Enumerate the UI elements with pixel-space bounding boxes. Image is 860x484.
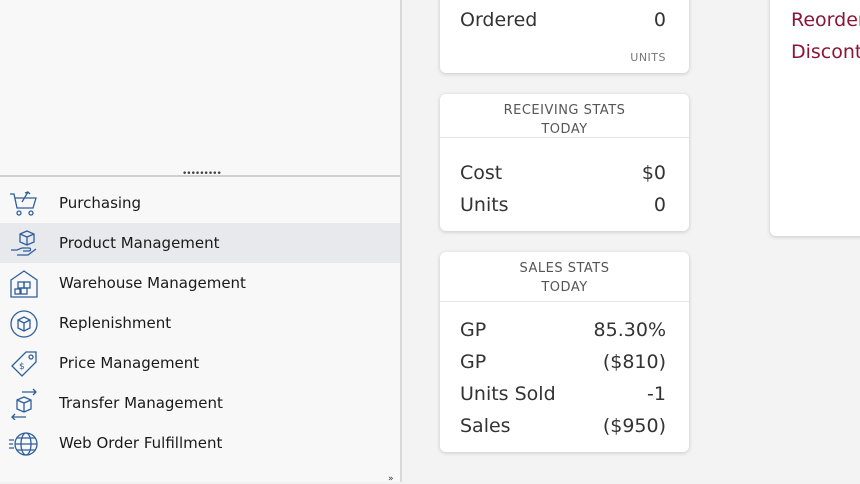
units-note: UNITS xyxy=(630,51,666,64)
cart-icon xyxy=(10,190,37,216)
globe-icon xyxy=(9,432,38,456)
stat-label: Cost xyxy=(460,162,503,184)
stat-label: Units Sold xyxy=(460,383,556,405)
stat-label: Sales xyxy=(460,415,511,437)
nav-label-warehouse-management: Warehouse Management xyxy=(59,274,246,292)
reorder-link[interactable]: Reorder xyxy=(791,9,860,31)
nav-label-product-management: Product Management xyxy=(59,234,220,252)
nav-item-transfer-management[interactable]: Transfer Management xyxy=(0,383,400,423)
splitter-grip-handle[interactable]: ••••••••• xyxy=(182,170,222,179)
nav-item-web-order-fulfillment[interactable]: Web Order Fulfillment xyxy=(0,423,400,463)
card-title: SALES STATS xyxy=(519,261,610,276)
stat-row-sales: Sales ($950) xyxy=(460,410,666,442)
stat-row-units-sold: Units Sold -1 xyxy=(460,378,666,410)
box-hand-icon xyxy=(11,230,37,256)
receiving-stats-card: RECEIVING STATS TODAY Cost $0 Units 0 xyxy=(440,94,689,231)
card-title: RECEIVING STATS xyxy=(503,103,626,118)
stat-value: 85.30% xyxy=(593,319,666,341)
replenish-cycle-icon xyxy=(10,310,38,338)
stat-row-gp-amount: GP ($810) xyxy=(460,346,666,378)
stat-value: ($950) xyxy=(602,415,666,437)
sidebar-empty-area xyxy=(0,0,400,175)
stat-row-cost: Cost $0 xyxy=(460,157,666,189)
stat-row-units: Units 0 xyxy=(460,189,666,221)
discont-link[interactable]: Discont xyxy=(791,41,860,63)
stat-label: Ordered xyxy=(460,9,538,31)
card-subtitle: TODAY xyxy=(541,122,588,137)
module-nav: Purchasing Product Management Warehouse … xyxy=(0,183,400,463)
sales-stats-card: SALES STATS TODAY GP 85.30% GP ($810) Un… xyxy=(440,252,689,452)
nav-item-replenishment[interactable]: Replenishment xyxy=(0,303,400,343)
card-subtitle: TODAY xyxy=(541,280,588,295)
stat-value: 0 xyxy=(653,9,666,31)
nav-item-purchasing[interactable]: Purchasing xyxy=(0,183,400,223)
links-card xyxy=(770,0,860,236)
transfer-arrows-icon xyxy=(11,388,37,420)
warehouse-icon xyxy=(10,270,38,298)
sidebar: ••••••••• Purchasing Product Management xyxy=(0,0,402,484)
card-header: SALES STATS TODAY xyxy=(440,252,689,302)
nav-label-purchasing: Purchasing xyxy=(59,194,142,212)
nav-item-price-management[interactable]: $ Price Management xyxy=(0,343,400,383)
card-header: RECEIVING STATS TODAY xyxy=(440,94,689,138)
stat-label: Units xyxy=(460,194,509,216)
price-tag-icon: $ xyxy=(11,351,37,377)
stat-label: GP xyxy=(460,351,487,373)
nav-label-replenishment: Replenishment xyxy=(59,314,172,332)
nav-label-web-order-fulfillment: Web Order Fulfillment xyxy=(59,434,223,452)
dashboard-main: Ordered 0 UNITS RECEIVING STATS TODAY Co… xyxy=(402,0,860,482)
stat-value: $0 xyxy=(641,162,666,184)
stat-row-ordered: Ordered 0 xyxy=(460,4,666,36)
nav-label-transfer-management: Transfer Management xyxy=(59,394,223,412)
stat-value: ($810) xyxy=(602,351,666,373)
stat-label: GP xyxy=(460,319,487,341)
collapse-chevron-icon[interactable]: » xyxy=(388,474,394,484)
nav-item-product-management[interactable]: Product Management xyxy=(0,223,400,263)
nav-item-warehouse-management[interactable]: Warehouse Management xyxy=(0,263,400,303)
nav-label-price-management: Price Management xyxy=(59,354,200,372)
ordered-stats-card: Ordered 0 UNITS xyxy=(440,0,689,73)
stat-value: -1 xyxy=(647,383,666,405)
stat-row-gp-percent: GP 85.30% xyxy=(460,314,666,346)
svg-text:$: $ xyxy=(19,362,25,372)
stat-value: 0 xyxy=(653,194,666,216)
